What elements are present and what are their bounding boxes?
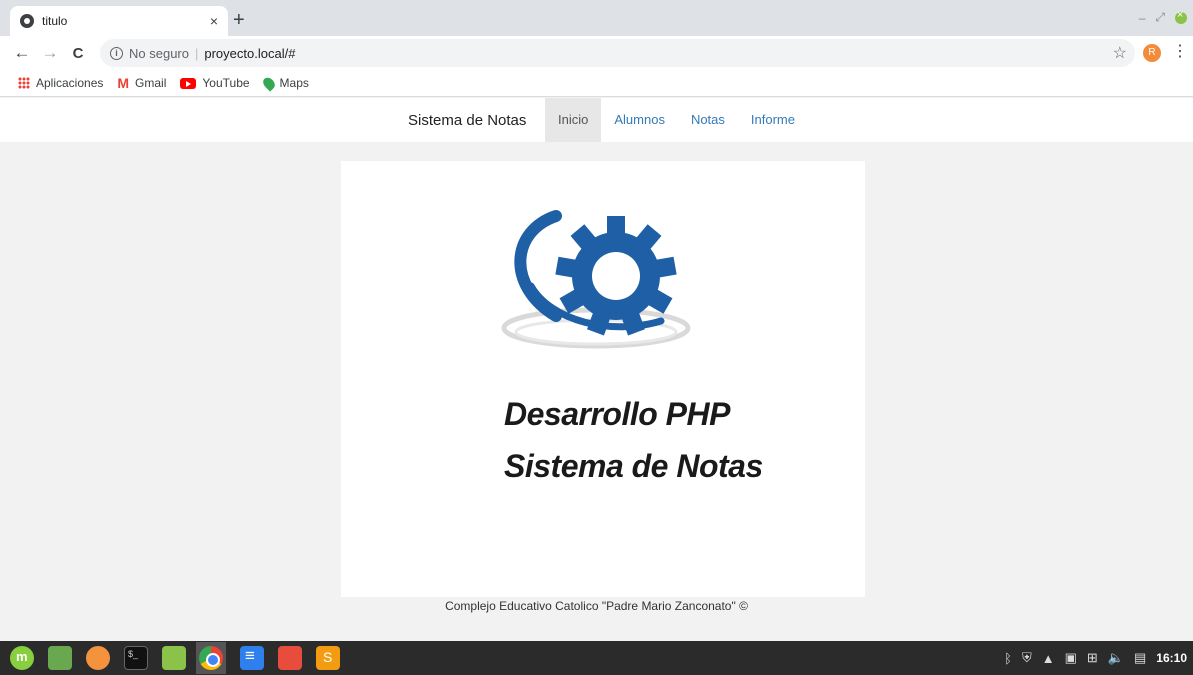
nav-link-inicio[interactable]: Inicio <box>545 98 602 142</box>
logo-title-line-1: Desarrollo PHP <box>504 396 730 432</box>
mint-menu-icon[interactable] <box>10 646 34 670</box>
files-folder-icon[interactable] <box>162 646 186 670</box>
sublime-text-icon[interactable] <box>316 646 340 670</box>
gear-logo-icon <box>501 210 691 349</box>
navbar-brand[interactable]: Sistema de Notas <box>408 112 526 129</box>
minimize-button[interactable]: – <box>1139 11 1146 25</box>
info-icon[interactable]: i <box>110 46 123 60</box>
bookmark-maps[interactable]: Maps <box>260 74 309 92</box>
browser-menu-icon[interactable]: ⋮ <box>1172 42 1188 62</box>
chrome-icon <box>199 646 223 670</box>
os-taskbar: ᛒ ⛨ ▲ ▣ ⊞ 🔈 ▤ 16:10 <box>0 641 1193 675</box>
browser-tab[interactable]: titulo × <box>10 6 228 36</box>
profile-avatar[interactable]: R <box>1143 44 1161 62</box>
text-editor-icon[interactable] <box>240 646 264 670</box>
close-tab-icon[interactable]: × <box>210 13 218 29</box>
terminal-icon[interactable] <box>124 646 148 670</box>
bookmark-youtube[interactable]: YouTube <box>180 76 250 90</box>
logo-panel: Desarrollo PHP Sistema de Notas <box>341 161 865 597</box>
browser-toolbar: ← → C i No seguro | proyecto.local/# ☆ <box>0 36 1193 70</box>
globe-icon <box>20 14 34 28</box>
bookmark-star-icon[interactable]: ☆ <box>1113 43 1127 63</box>
system-tray: ᛒ ⛨ ▲ ▣ ⊞ 🔈 ▤ 16:10 <box>1004 641 1187 675</box>
url-text[interactable]: proyecto.local/# <box>204 46 295 61</box>
network-icon[interactable]: ⊞ <box>1087 650 1098 666</box>
address-bar[interactable]: i No seguro | proyecto.local/# ☆ <box>100 39 1135 67</box>
chrome-taskbar-item[interactable] <box>196 642 226 674</box>
firefox-icon[interactable] <box>86 646 110 670</box>
security-label: No seguro <box>129 45 189 61</box>
omnibox-separator: | <box>194 45 199 61</box>
battery-icon[interactable]: ▤ <box>1134 650 1146 666</box>
show-desktop-icon[interactable] <box>48 646 72 670</box>
close-window-button[interactable] <box>1175 9 1187 24</box>
bookmark-label: Maps <box>279 76 309 90</box>
bluetooth-icon[interactable]: ᛒ <box>1004 651 1012 666</box>
page-footer: Complejo Educativo Catolico "Padre Mario… <box>445 599 748 613</box>
bookmark-label: Aplicaciones <box>36 76 104 90</box>
restore-button[interactable]: ⤢ <box>1155 10 1165 25</box>
tab-title: titulo <box>42 14 68 28</box>
reload-button[interactable]: C <box>64 45 92 62</box>
forward-button[interactable]: → <box>36 43 64 63</box>
clock[interactable]: 16:10 <box>1156 651 1187 665</box>
nav-link-alumnos[interactable]: Alumnos <box>601 98 678 142</box>
volume-icon[interactable]: 🔈 <box>1108 650 1124 666</box>
nav-links: Inicio Alumnos Notas Informe <box>545 98 808 142</box>
site-navbar: Sistema de Notas Inicio Alumnos Notas In… <box>0 98 1193 142</box>
bookmarks-bar: Aplicaciones M Gmail YouTube Maps <box>0 70 1193 97</box>
bookmark-label: Gmail <box>135 76 167 90</box>
tab-strip: titulo × + – ⤢ <box>0 0 1193 36</box>
bookmark-label: YouTube <box>202 76 250 90</box>
nav-link-informe[interactable]: Informe <box>738 98 808 142</box>
logo-title-line-2: Sistema de Notas <box>504 448 763 484</box>
glasses-app-icon[interactable] <box>278 646 302 670</box>
window-controls: – ⤢ <box>1139 9 1187 25</box>
gmail-icon: M <box>117 75 130 91</box>
back-button[interactable]: ← <box>8 43 36 63</box>
clipboard-icon[interactable]: ▣ <box>1065 650 1077 666</box>
warning-icon[interactable]: ▲ <box>1042 651 1055 666</box>
apps-icon <box>18 77 30 89</box>
bookmark-apps[interactable]: Aplicaciones <box>18 76 103 90</box>
new-tab-button[interactable]: + <box>233 8 245 32</box>
maps-icon <box>260 74 277 92</box>
youtube-icon <box>180 77 197 89</box>
bookmark-gmail[interactable]: M Gmail <box>117 75 166 91</box>
nav-link-notas[interactable]: Notas <box>678 98 738 142</box>
shield-icon[interactable]: ⛨ <box>1022 650 1032 666</box>
